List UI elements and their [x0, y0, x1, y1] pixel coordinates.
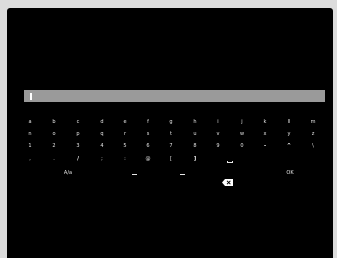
key-3-3[interactable]: 3: [68, 143, 88, 149]
key-1-8[interactable]: h: [185, 119, 205, 125]
key-1-9[interactable]: i: [208, 119, 228, 125]
key-2-8[interactable]: u: [185, 131, 205, 137]
key-3-7[interactable]: 7: [161, 143, 181, 149]
device-frame: a b c d e f g h i j k l m n o p q r s t u v w x y z 1 2 3 4 5 6 7 8 9 0- ^ \,…: [0, 0, 337, 258]
cursor-right-icon[interactable]: [180, 174, 185, 175]
key-2-6[interactable]: s: [138, 131, 158, 137]
on-screen-keyboard: a b c d e f g h i j k l m n o p q r s t u v w x y z 1 2 3 4 5 6 7 8 9 0- ^ \,…: [7, 8, 333, 258]
key-4-1[interactable]: ,: [20, 156, 40, 162]
key-1-5[interactable]: e: [115, 119, 135, 125]
key-2-11[interactable]: x: [255, 131, 275, 137]
key-1-3[interactable]: c: [68, 119, 88, 125]
key-3-8[interactable]: 8: [185, 143, 205, 149]
space-icon[interactable]: [227, 161, 233, 163]
key-4-5[interactable]: :: [115, 156, 135, 162]
key-4-3[interactable]: /: [68, 156, 88, 162]
key-1-12[interactable]: l: [279, 119, 299, 125]
key-4-2[interactable]: .: [44, 156, 64, 162]
key-2-3[interactable]: p: [68, 131, 88, 137]
key-3-11[interactable]: -: [255, 143, 275, 149]
key-1-11[interactable]: k: [255, 119, 275, 125]
key-4-4[interactable]: ;: [92, 156, 112, 162]
key-3-13[interactable]: \: [303, 143, 323, 149]
key-1-7[interactable]: g: [161, 119, 181, 125]
key-2-5[interactable]: r: [115, 131, 135, 137]
cursor-left-icon[interactable]: [132, 174, 137, 175]
key-1-2[interactable]: b: [44, 119, 64, 125]
backspace-icon[interactable]: [222, 171, 233, 186]
key-3-9[interactable]: 9: [208, 143, 228, 149]
key-3-2[interactable]: 2: [44, 143, 64, 149]
key-3-6[interactable]: 6: [138, 143, 158, 149]
key-4-7[interactable]: [: [161, 156, 181, 162]
key-4-6[interactable]: @: [138, 156, 158, 162]
key-4-8[interactable]: ]: [185, 156, 205, 162]
case-toggle-key[interactable]: A/a: [58, 170, 78, 176]
tv-screen: a b c d e f g h i j k l m n o p q r s t u v w x y z 1 2 3 4 5 6 7 8 9 0- ^ \,…: [7, 8, 333, 258]
key-2-4[interactable]: q: [92, 131, 112, 137]
key-3-4[interactable]: 4: [92, 143, 112, 149]
key-3-10[interactable]: 0: [232, 143, 252, 149]
key-1-10[interactable]: j: [232, 119, 252, 125]
key-2-1[interactable]: n: [20, 131, 40, 137]
key-2-2[interactable]: o: [44, 131, 64, 137]
key-2-10[interactable]: w: [232, 131, 252, 137]
key-1-4[interactable]: d: [92, 119, 112, 125]
key-2-7[interactable]: t: [161, 131, 181, 137]
key-3-1[interactable]: 1: [20, 143, 40, 149]
key-2-13[interactable]: z: [303, 131, 323, 137]
key-3-5[interactable]: 5: [115, 143, 135, 149]
ok-button[interactable]: OK: [280, 170, 300, 176]
key-2-12[interactable]: y: [279, 131, 299, 137]
key-1-1[interactable]: a: [20, 119, 40, 125]
key-3-12[interactable]: ^: [279, 143, 299, 149]
key-1-13[interactable]: m: [303, 119, 323, 125]
key-2-9[interactable]: v: [208, 131, 228, 137]
key-1-6[interactable]: f: [138, 119, 158, 125]
